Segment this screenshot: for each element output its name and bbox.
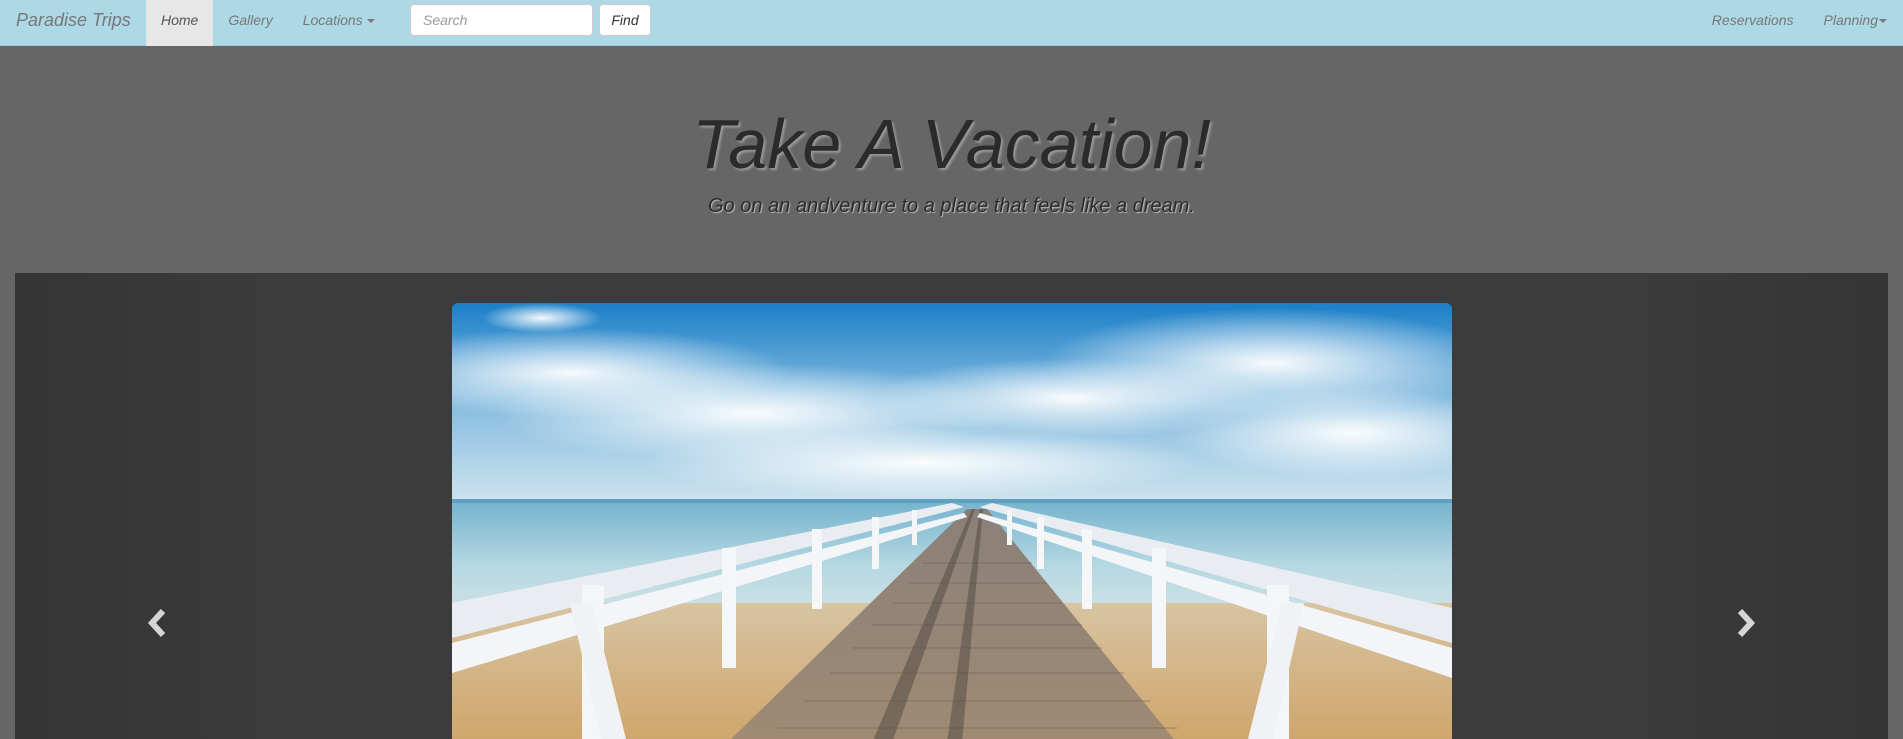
primary-nav: Home Gallery Locations	[146, 0, 390, 46]
search-input[interactable]	[410, 4, 593, 36]
chevron-left-icon	[147, 608, 166, 638]
carousel-control-right-area[interactable]	[1588, 273, 1888, 739]
search-form: Find	[410, 4, 651, 36]
nav-item-label: Locations	[302, 12, 363, 28]
hero-jumbotron: Take A Vacation! Go on an andventure to …	[0, 46, 1903, 273]
caret-down-icon	[1879, 19, 1887, 24]
carousel-slide-image	[452, 303, 1452, 739]
nav-item-label: Planning	[1823, 12, 1879, 28]
nav-item-home[interactable]: Home	[146, 0, 214, 46]
image-carousel	[15, 273, 1888, 739]
nav-item-reservations[interactable]: Reservations	[1697, 0, 1809, 46]
carousel-next-button[interactable]	[1725, 603, 1765, 643]
nav-item-locations-dropdown[interactable]: Locations	[288, 0, 390, 46]
hero-subtitle: Go on an andventure to a place that feel…	[708, 195, 1195, 217]
secondary-nav: Reservations Planning	[1697, 0, 1903, 46]
carousel-prev-button[interactable]	[138, 603, 178, 643]
nav-item-gallery[interactable]: Gallery	[213, 0, 287, 46]
caret-down-icon	[366, 19, 375, 24]
nav-item-label: Reservations	[1711, 12, 1794, 28]
find-button[interactable]: Find	[599, 4, 651, 36]
nav-item-planning-dropdown[interactable]: Planning	[1809, 0, 1903, 46]
brand-link[interactable]: Paradise Trips	[16, 0, 131, 46]
carousel-control-left-area[interactable]	[15, 273, 315, 739]
nav-item-label: Gallery	[228, 12, 273, 28]
hero-title: Take A Vacation!	[692, 105, 1211, 183]
chevron-right-icon	[1737, 608, 1756, 638]
top-navbar: Paradise Trips Home Gallery Locations Fi…	[0, 0, 1903, 46]
nav-item-label: Home	[161, 12, 199, 28]
